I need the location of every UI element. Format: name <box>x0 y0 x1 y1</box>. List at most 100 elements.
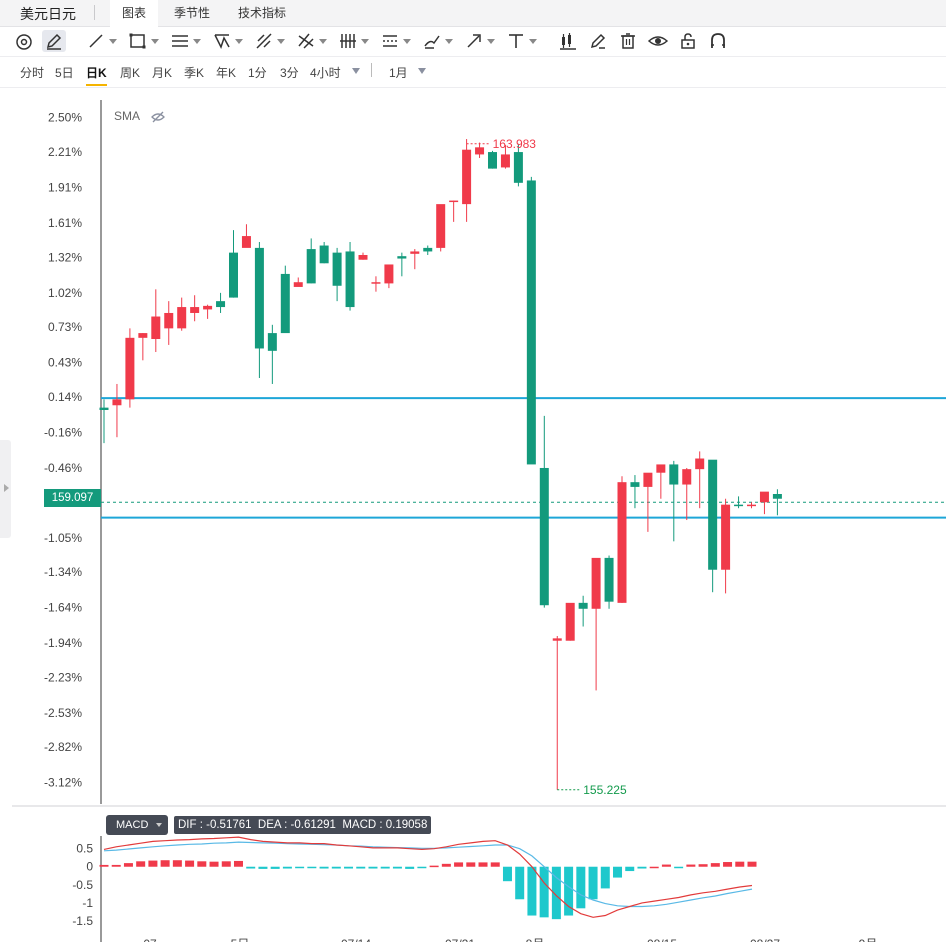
macd-bar <box>221 861 231 867</box>
y-tick-label: 0.43% <box>48 356 82 370</box>
range-dropdown[interactable] <box>418 68 426 74</box>
pencil-icon[interactable] <box>42 30 66 52</box>
candle-body <box>164 312 174 329</box>
macd-bar <box>454 862 464 867</box>
macd-bar <box>258 866 268 869</box>
macd-bar <box>625 866 635 872</box>
expand-icon <box>4 484 9 492</box>
macd-bar <box>441 863 451 867</box>
y-tick-label: -2.82% <box>44 740 82 754</box>
candle-body <box>630 482 640 487</box>
macd-bar <box>649 866 659 869</box>
y-tick-label: -1.05% <box>44 531 82 545</box>
sidebar-toggle[interactable] <box>0 440 11 538</box>
macd-bar <box>723 862 733 867</box>
macd-values: DIF : -0.51761 DEA : -0.61291 MACD : 0.1… <box>174 816 432 834</box>
candle-body <box>772 494 782 499</box>
candle-body <box>759 491 769 503</box>
candle-settings-icon[interactable] <box>558 30 578 52</box>
macd-bar <box>197 861 207 867</box>
cross-lines-icon[interactable] <box>296 30 327 52</box>
range-selector[interactable]: 1月 <box>389 64 408 84</box>
channel-icon[interactable] <box>170 30 201 52</box>
candle-body <box>604 557 614 602</box>
macd-indicator-selector[interactable]: MACD <box>106 815 168 835</box>
rectangle-icon[interactable] <box>128 30 159 52</box>
macd-bar <box>490 862 500 867</box>
lock-icon[interactable] <box>678 30 698 52</box>
macd-bar <box>344 866 354 869</box>
macd-bar <box>698 864 708 867</box>
candle-body <box>423 247 433 252</box>
period-4hour[interactable]: 4小时 <box>310 64 341 84</box>
candle-body <box>371 282 381 284</box>
period-1min[interactable]: 1分 <box>248 64 267 84</box>
period-monthly[interactable]: 月K <box>152 64 172 84</box>
macd-bar <box>307 866 317 869</box>
dif-value: -0.51761 <box>206 819 252 831</box>
macd-bar <box>576 866 586 909</box>
candle-body <box>539 467 549 606</box>
period-intraday[interactable]: 分时 <box>20 64 44 84</box>
min-price-label: 155.225 <box>583 783 627 797</box>
macd-y-tick-label: -1.5 <box>72 914 93 928</box>
period-3min[interactable]: 3分 <box>280 64 299 84</box>
eye-icon[interactable] <box>648 30 668 52</box>
candle-body <box>397 256 407 259</box>
y-tick-label: -0.16% <box>44 425 82 439</box>
candle-body <box>319 245 329 264</box>
y-tick-label: -1.64% <box>44 601 82 615</box>
y-tick-label: -1.94% <box>44 636 82 650</box>
tab-indicators[interactable]: 技术指标 <box>226 0 298 26</box>
macd-bar <box>319 866 329 869</box>
measure-icon[interactable] <box>380 30 411 52</box>
arrow-icon[interactable] <box>464 30 495 52</box>
period-yearly[interactable]: 年K <box>216 64 236 84</box>
candle-body <box>306 249 316 284</box>
edit-icon[interactable] <box>588 30 608 52</box>
tab-seasonality[interactable]: 季节性 <box>162 0 222 26</box>
y-tick-label: 2.21% <box>48 145 82 159</box>
period-daily[interactable]: 日K <box>86 64 107 86</box>
period-quarterly[interactable]: 季K <box>184 64 204 84</box>
fib-icon[interactable] <box>254 30 285 52</box>
line-icon[interactable] <box>86 30 117 52</box>
more-periods-dropdown[interactable] <box>352 68 360 74</box>
candle-body <box>293 282 303 287</box>
macd-bar <box>148 860 158 867</box>
macd-y-tick-label: 0.5 <box>76 842 93 856</box>
pattern-icon[interactable] <box>212 30 243 52</box>
magnet-icon[interactable] <box>708 30 728 52</box>
macd-bar <box>710 863 720 867</box>
candle-body <box>216 301 226 308</box>
candle-body <box>280 273 290 334</box>
app-title: 美元日元 <box>20 6 76 22</box>
candle-body <box>125 337 135 400</box>
period-5day[interactable]: 5日 <box>55 64 74 84</box>
macd-bar <box>380 866 390 869</box>
period-divider <box>371 63 372 77</box>
macd-bar <box>466 862 476 867</box>
text-icon[interactable] <box>506 30 537 52</box>
macd-bar <box>233 860 243 867</box>
candle-body <box>384 264 394 284</box>
y-tick-label: 0.14% <box>48 390 82 404</box>
trash-icon[interactable] <box>618 30 638 52</box>
y-tick-label: 1.91% <box>48 181 82 195</box>
candle-body <box>552 638 562 641</box>
y-tick-label: 1.02% <box>48 286 82 300</box>
candle-body <box>591 557 601 609</box>
bars-icon[interactable] <box>338 30 369 52</box>
ring-icon[interactable] <box>14 30 34 52</box>
tab-chart[interactable]: 图表 <box>110 0 159 27</box>
candle-body <box>500 154 510 168</box>
chart-canvas[interactable]: 2.50% 2.21% 1.91% 1.61% 1.32% 1.02% 0.73% 0.43%… <box>0 0 946 942</box>
macd-bar <box>515 866 525 900</box>
macd-bar <box>527 866 537 916</box>
brush-icon[interactable] <box>422 30 453 52</box>
candle-body <box>488 152 497 169</box>
candle-body <box>734 504 744 507</box>
hidden-eye-icon <box>151 111 165 123</box>
period-weekly[interactable]: 周K <box>120 64 140 84</box>
current-price-tag: 159.097 <box>44 489 101 507</box>
